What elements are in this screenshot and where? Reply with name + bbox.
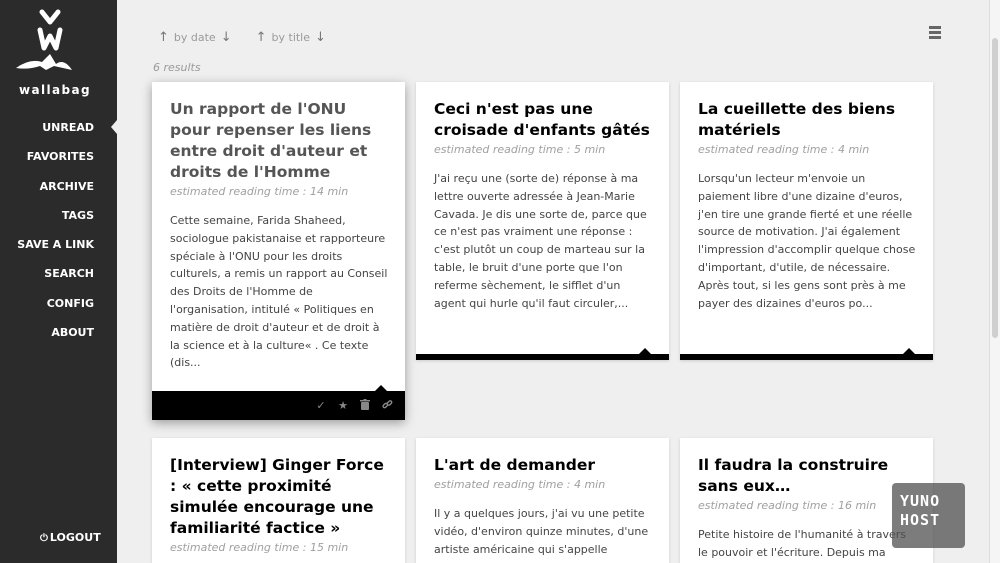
article-card[interactable]: Un rapport de l'ONU pour repenser les li… — [152, 82, 405, 420]
reading-time: estimated reading time : 14 min — [170, 185, 349, 198]
card-pointer — [903, 348, 915, 354]
sidebar: wallabag UNREAD FAVORITES ARCHIVE TAGS S… — [0, 0, 117, 563]
yunohost-badge[interactable]: YUNO HOST — [892, 483, 965, 548]
article-title[interactable]: [Interview] Ginger Force : « cette proxi… — [170, 455, 388, 539]
sidebar-item-about[interactable]: ABOUT — [17, 325, 94, 354]
article-excerpt: Lorsqu'un lecteur m'envoie un paiement l… — [698, 172, 916, 310]
sidebar-item-favorites[interactable]: FAVORITES — [17, 149, 94, 178]
sidebar-item-unread[interactable]: UNREAD — [17, 120, 94, 149]
sort-bar: ↑ by date ↓ ↑ by title ↓ — [153, 30, 345, 45]
article-title[interactable]: L'art de demander — [434, 455, 652, 476]
sidebar-item-tags[interactable]: TAGS — [17, 208, 94, 237]
card-bottom-bar — [680, 348, 933, 360]
reading-time: estimated reading time : 5 min — [434, 143, 606, 156]
link-icon[interactable] — [381, 399, 393, 413]
sidebar-nav: UNREAD FAVORITES ARCHIVE TAGS SAVE A LIN… — [17, 120, 94, 354]
arrow-up-icon[interactable]: ↑ — [256, 30, 267, 45]
article-excerpt: J'ai reçu une (sorte de) réponse à ma le… — [434, 172, 647, 310]
article-excerpt: Petite histoire de l'humanité à travers … — [698, 528, 907, 559]
article-card[interactable]: [Interview] Ginger Force : « cette proxi… — [152, 438, 405, 563]
reading-time: estimated reading time : 15 min — [170, 541, 349, 554]
sidebar-item-search[interactable]: SEARCH — [17, 266, 94, 295]
arrow-up-icon[interactable]: ↑ — [158, 30, 169, 45]
article-card[interactable]: La cueillette des biens matériels estima… — [680, 82, 933, 360]
article-excerpt: Il y a quelques jours, j'ai vu une petit… — [434, 507, 649, 556]
article-title[interactable]: La cueillette des biens matériels — [698, 99, 916, 141]
article-title[interactable]: Il faudra la construire sans eux… — [698, 455, 916, 497]
article-card[interactable]: Ceci n'est pas une croisade d'enfants gâ… — [416, 82, 669, 360]
reading-time: estimated reading time : 4 min — [434, 478, 606, 491]
yunohost-line-1: YUNO — [900, 492, 941, 510]
card-bottom-bar — [416, 348, 669, 360]
card-actions: ✓ ★ — [315, 399, 393, 413]
favorite-icon[interactable]: ★ — [337, 399, 349, 413]
arrow-down-icon[interactable]: ↓ — [221, 30, 232, 45]
card-pointer — [375, 385, 387, 391]
brand-name: wallabag — [19, 83, 91, 97]
article-card[interactable]: L'art de demander estimated reading time… — [416, 438, 669, 563]
reading-time: estimated reading time : 4 min — [698, 143, 870, 156]
arrow-down-icon[interactable]: ↓ — [315, 30, 326, 45]
sort-by-date[interactable]: ↑ by date ↓ — [153, 30, 237, 45]
article-excerpt: Cette semaine, Farida Shaheed, sociologu… — [170, 214, 388, 370]
sort-by-title[interactable]: ↑ by title ↓ — [251, 30, 331, 45]
article-title[interactable]: Ceci n'est pas une croisade d'enfants gâ… — [434, 99, 652, 141]
yunohost-line-2: HOST — [900, 511, 941, 529]
logout-label: LOGOUT — [49, 531, 101, 544]
list-view-toggle-icon[interactable] — [929, 26, 941, 44]
logout-link[interactable]: ⏻ LOGOUT — [40, 531, 101, 544]
delete-icon[interactable] — [359, 399, 371, 413]
reading-time: estimated reading time : 16 min — [698, 499, 877, 512]
results-count: 6 results — [153, 61, 201, 74]
article-title[interactable]: Un rapport de l'ONU pour repenser les li… — [170, 99, 388, 183]
sort-by-title-label: by title — [271, 31, 311, 44]
card-pointer — [639, 348, 651, 354]
card-actions-bar: ✓ ★ — [152, 385, 405, 420]
scrollbar-thumb[interactable] — [992, 38, 998, 338]
sort-by-date-label: by date — [173, 31, 216, 44]
power-icon: ⏻ — [40, 533, 48, 544]
sidebar-item-config[interactable]: CONFIG — [17, 296, 94, 325]
sidebar-item-save-a-link[interactable]: SAVE A LINK — [17, 237, 94, 266]
sidebar-item-archive[interactable]: ARCHIVE — [17, 179, 94, 208]
page-scrollbar[interactable] — [989, 0, 1000, 563]
mark-read-icon[interactable]: ✓ — [315, 399, 327, 413]
wallabag-logo-icon — [16, 9, 72, 70]
active-indicator — [111, 120, 117, 134]
